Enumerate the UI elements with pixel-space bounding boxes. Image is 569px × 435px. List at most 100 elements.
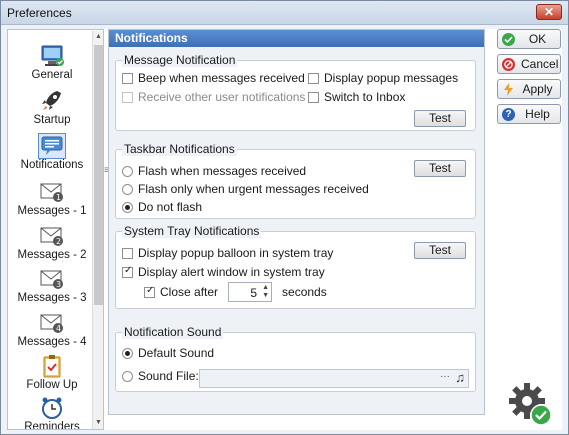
help-icon: ? <box>502 107 515 121</box>
flash-urgent-label: Flash only when urgent messages received <box>138 182 369 196</box>
message-test-button[interactable]: Test <box>414 110 466 127</box>
balloon-label: Display popup balloon in system tray <box>138 246 334 260</box>
receive-other-checkbox <box>122 91 133 103</box>
default-sound-label: Default Sound <box>138 346 215 360</box>
nav-item-follow-up[interactable]: Follow Up <box>12 354 92 396</box>
close-seconds-stepper[interactable]: 5 ▲ ▼ <box>228 282 273 302</box>
nav-item-messages-2[interactable]: 2 Messages - 2 <box>12 224 92 266</box>
switch-inbox-label: Switch to Inbox <box>324 90 406 104</box>
beep-label: Beep when messages received <box>138 71 305 85</box>
notifications-panel: Notifications Message Notification Beep … <box>108 29 485 415</box>
alert-option[interactable]: Display alert window in system tray <box>122 265 325 279</box>
nav-label: Messages - 4 <box>17 336 87 348</box>
switch-inbox-checkbox[interactable] <box>308 91 319 103</box>
message-notification-group: Message Notification Beep when messages … <box>115 53 476 131</box>
close-seconds-value[interactable]: 5 <box>250 286 257 300</box>
help-button[interactable]: ? Help <box>497 104 561 124</box>
title-bar: Preferences ✕ <box>1 1 568 25</box>
flash-urgent-radio[interactable] <box>122 183 133 195</box>
check-icon <box>502 32 515 46</box>
taskbar-test-button[interactable]: Test <box>414 160 466 177</box>
nav-label: Messages - 3 <box>17 292 87 304</box>
settings-gear-icon <box>509 383 552 426</box>
beep-option[interactable]: Beep when messages received <box>122 71 305 85</box>
nav-item-messages-3[interactable]: 3 Messages - 3 <box>12 267 92 309</box>
nav-scrollbar[interactable]: ▲ ▼ <box>92 31 103 429</box>
music-note-icon[interactable]: ♫ <box>455 370 465 385</box>
dialog-body: General Startup Notifications 1 Messages… <box>7 29 562 430</box>
popup-checkbox[interactable] <box>308 72 319 84</box>
nav-item-messages-1[interactable]: 1 Messages - 1 <box>12 180 92 222</box>
ok-label: OK <box>528 32 547 46</box>
flash-radio[interactable] <box>122 165 133 177</box>
tray-notification-group: System Tray Notifications Display popup … <box>115 224 476 309</box>
svg-text:3: 3 <box>56 280 61 289</box>
nav-label: Startup <box>33 114 71 126</box>
cancel-button[interactable]: Cancel <box>497 54 561 74</box>
nav-item-general[interactable]: General <box>12 44 92 86</box>
stepper-arrows-icon[interactable]: ▲ ▼ <box>262 284 269 300</box>
default-sound-radio[interactable] <box>122 347 133 359</box>
nav-label: Follow Up <box>26 379 78 391</box>
notification-sound-group: Notification Sound Default Sound Sound F… <box>115 325 476 392</box>
scroll-up-arrow-icon[interactable]: ▲ <box>94 32 103 42</box>
nav-item-reminders[interactable]: Reminders <box>12 396 92 430</box>
alert-checkbox[interactable] <box>122 265 133 278</box>
close-button[interactable]: ✕ <box>536 4 562 20</box>
group-legend: Message Notification <box>122 53 238 67</box>
sound-file-input[interactable]: ··· ♫ <box>199 369 469 388</box>
window-title: Preferences <box>7 6 72 20</box>
balloon-option[interactable]: Display popup balloon in system tray <box>122 246 333 260</box>
svg-text:1: 1 <box>56 193 61 202</box>
close-after-option[interactable]: Close after 5 ▲▼ seconds <box>144 282 327 302</box>
sound-file-option[interactable]: Sound File: <box>122 369 199 383</box>
svg-text:2: 2 <box>56 237 61 246</box>
beep-checkbox[interactable] <box>122 72 133 84</box>
popup-option[interactable]: Display popup messages <box>308 71 458 85</box>
nav-item-notifications[interactable]: Notifications <box>12 133 92 176</box>
clipboard-check-icon <box>43 355 61 378</box>
receive-other-label: Receive other user notifications <box>138 90 306 104</box>
switch-inbox-option[interactable]: Switch to Inbox <box>308 90 405 104</box>
no-flash-radio[interactable] <box>122 201 133 213</box>
no-flash-option[interactable]: Do not flash <box>122 200 202 214</box>
group-legend: Notification Sound <box>122 325 224 339</box>
svg-text:4: 4 <box>56 324 61 333</box>
cancel-label: Cancel <box>521 57 559 71</box>
rocket-icon <box>42 91 61 110</box>
sound-file-radio[interactable] <box>122 370 133 382</box>
sound-file-label: Sound File: <box>138 369 199 383</box>
lightning-icon <box>502 82 515 96</box>
help-label: Help <box>525 107 550 121</box>
taskbar-notification-group: Taskbar Notifications Flash when message… <box>115 142 476 219</box>
envelope-4-icon: 4 <box>40 314 63 333</box>
tray-test-button[interactable]: Test <box>414 242 466 259</box>
alert-label: Display alert window in system tray <box>138 265 325 279</box>
nav-item-startup[interactable]: Startup <box>12 89 92 131</box>
apply-button[interactable]: Apply <box>497 79 561 99</box>
browse-button[interactable]: ··· <box>440 371 450 382</box>
speech-bubble-icon <box>38 133 66 159</box>
nav-label: Reminders <box>24 421 80 430</box>
nav-item-messages-4[interactable]: 4 Messages - 4 <box>12 311 92 353</box>
flash-urgent-option[interactable]: Flash only when urgent messages received <box>122 182 369 196</box>
default-sound-option[interactable]: Default Sound <box>122 346 214 360</box>
alarm-clock-icon <box>42 397 62 419</box>
flash-option[interactable]: Flash when messages received <box>122 164 306 178</box>
preferences-window: Preferences ✕ General Startup Notificati… <box>0 0 569 435</box>
scroll-down-arrow-icon[interactable]: ▼ <box>94 418 103 428</box>
category-list: General Startup Notifications 1 Messages… <box>7 29 104 430</box>
balloon-checkbox[interactable] <box>122 247 133 259</box>
ok-button[interactable]: OK <box>497 29 561 49</box>
flash-label: Flash when messages received <box>138 164 307 178</box>
apply-label: Apply <box>522 82 553 96</box>
panel-title: Notifications <box>109 30 484 47</box>
scroll-thumb[interactable] <box>94 45 103 305</box>
cancel-icon <box>502 57 515 71</box>
close-after-checkbox[interactable] <box>144 285 155 298</box>
nav-label: Messages - 2 <box>17 249 87 261</box>
group-legend: Taskbar Notifications <box>122 142 237 156</box>
envelope-1-icon: 1 <box>40 183 63 202</box>
group-legend: System Tray Notifications <box>122 224 262 238</box>
receive-other-option: Receive other user notifications <box>122 90 305 104</box>
